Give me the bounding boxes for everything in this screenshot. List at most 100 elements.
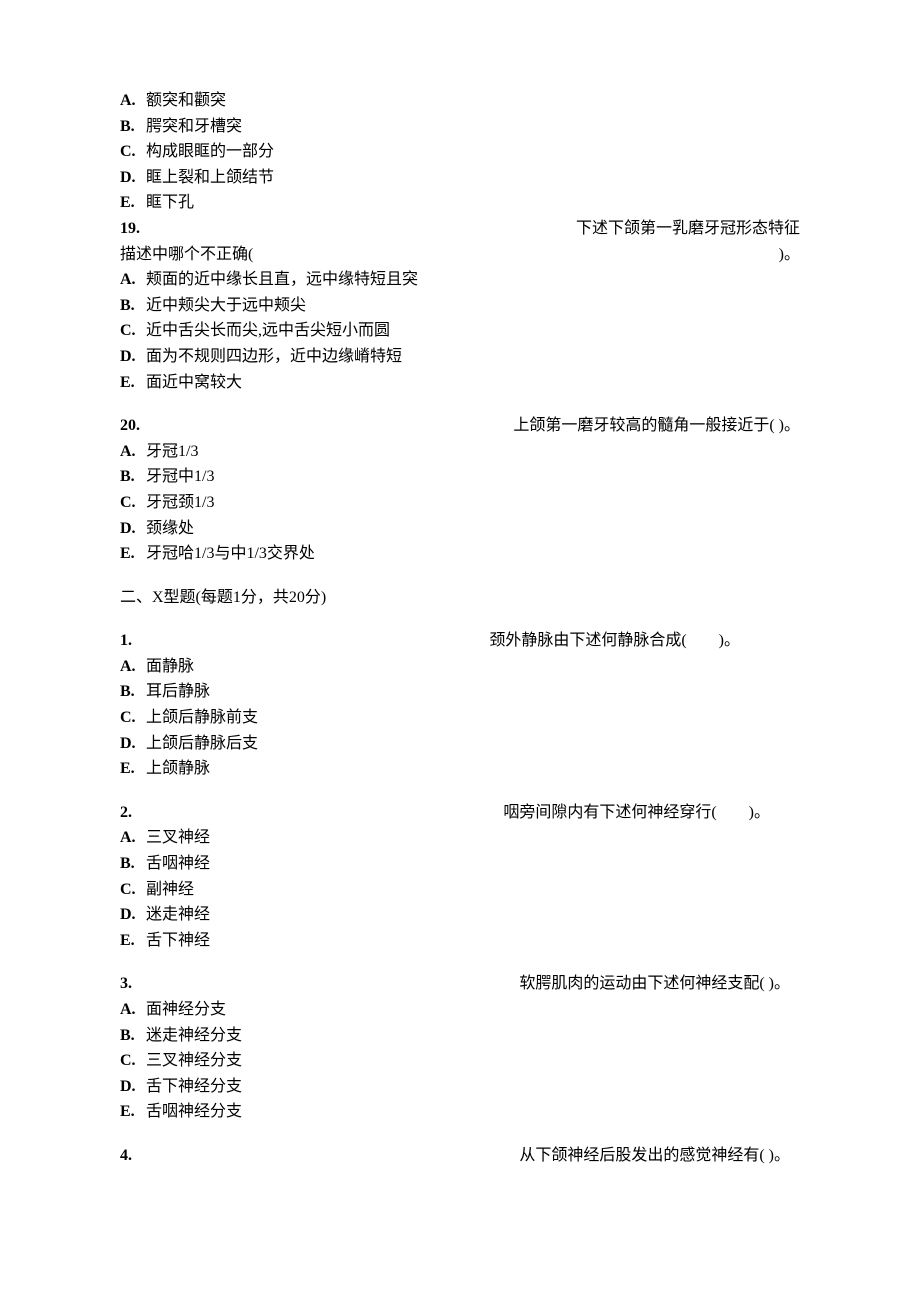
option-text: 牙冠哈1/3与中1/3交界处 (146, 541, 315, 567)
option-letter: C. (120, 705, 140, 731)
option-row: C. 构成眼眶的一部分 (120, 139, 800, 165)
option-text: 耳后静脉 (146, 679, 210, 705)
question-number: 2. (120, 800, 132, 826)
option-row: A. 三叉神经 (120, 825, 800, 851)
question-number: 20. (120, 413, 140, 439)
option-row: E. 舌咽神经分支 (120, 1099, 800, 1125)
option-letter: A. (120, 439, 140, 465)
question-x1: 1. 颈外静脉由下述何静脉合成( )。 A. 面静脉 B. 耳后静脉 C. 上颌… (120, 628, 800, 782)
option-row: C. 上颌后静脉前支 (120, 705, 800, 731)
option-row: A. 面神经分支 (120, 997, 800, 1023)
option-letter: E. (120, 541, 140, 567)
question-stem-line2: 描述中哪个不正确( )。 (120, 242, 800, 268)
question-19: 19. 下述下颌第一乳磨牙冠形态特征 描述中哪个不正确( )。 A. 颊面的近中… (120, 216, 800, 395)
option-text: 面近中窝较大 (146, 370, 242, 396)
question-stem-row: 4. 从下颌神经后股发出的感觉神经有( )。 (120, 1143, 800, 1169)
option-text: 眶上裂和上颌结节 (146, 165, 274, 191)
option-text: 舌下神经 (146, 928, 210, 954)
option-text: 面为不规则四边形，近中边缘嵴特短 (146, 344, 402, 370)
question-stem-text: 上颌第一磨牙较高的髓角一般接近于( )。 (513, 413, 800, 439)
option-text: 舌下神经分支 (146, 1074, 242, 1100)
option-text: 牙冠中1/3 (146, 464, 214, 490)
option-text: 近中舌尖长而尖,远中舌尖短小而圆 (146, 318, 390, 344)
option-row: B. 舌咽神经 (120, 851, 800, 877)
option-letter: A. (120, 997, 140, 1023)
option-row: C. 副神经 (120, 877, 800, 903)
option-letter: E. (120, 928, 140, 954)
option-row: C. 近中舌尖长而尖,远中舌尖短小而圆 (120, 318, 800, 344)
option-row: C. 牙冠颈1/3 (120, 490, 800, 516)
question-number: 19. (120, 216, 140, 242)
option-letter: E. (120, 756, 140, 782)
question-number: 4. (120, 1143, 132, 1169)
option-letter: B. (120, 851, 140, 877)
option-letter: E. (120, 1099, 140, 1125)
option-row: A. 颊面的近中缘长且直，远中缘特短且突 (120, 267, 800, 293)
option-letter: D. (120, 1074, 140, 1100)
question-stem-text: 从下颌神经后股发出的感觉神经有( )。 (519, 1143, 790, 1169)
question-stem-continuation-left: 描述中哪个不正确( (120, 242, 253, 268)
option-row: D. 眶上裂和上颌结节 (120, 165, 800, 191)
option-text: 副神经 (146, 877, 194, 903)
option-letter: D. (120, 165, 140, 191)
option-letter: B. (120, 1023, 140, 1049)
option-text: 三叉神经分支 (146, 1048, 242, 1074)
option-letter: D. (120, 344, 140, 370)
option-text: 额突和颧突 (146, 88, 226, 114)
question-stem-text: 咽旁间隙内有下述何神经穿行( )。 (503, 800, 770, 826)
option-letter: B. (120, 114, 140, 140)
option-text: 面神经分支 (146, 997, 226, 1023)
option-letter: C. (120, 318, 140, 344)
question-stem-continuation-right: )。 (779, 242, 800, 268)
option-text: 颊面的近中缘长且直，远中缘特短且突 (146, 267, 418, 293)
option-text: 腭突和牙槽突 (146, 114, 242, 140)
question-stem-row: 1. 颈外静脉由下述何静脉合成( )。 (120, 628, 800, 654)
option-row: B. 耳后静脉 (120, 679, 800, 705)
option-row: B. 近中颊尖大于远中颊尖 (120, 293, 800, 319)
question-stem-row: 20. 上颌第一磨牙较高的髓角一般接近于( )。 (120, 413, 800, 439)
option-text: 面静脉 (146, 654, 194, 680)
option-row: B. 腭突和牙槽突 (120, 114, 800, 140)
option-row: A. 额突和颧突 (120, 88, 800, 114)
option-text: 颈缘处 (146, 516, 194, 542)
option-text: 舌咽神经 (146, 851, 210, 877)
option-text: 上颌后静脉前支 (146, 705, 258, 731)
option-text: 上颌静脉 (146, 756, 210, 782)
option-letter: C. (120, 490, 140, 516)
question-x3: 3. 软腭肌肉的运动由下述何神经支配( )。 A. 面神经分支 B. 迷走神经分… (120, 971, 800, 1125)
question-x4: 4. 从下颌神经后股发出的感觉神经有( )。 (120, 1143, 800, 1169)
option-text: 眶下孔 (146, 190, 194, 216)
question-20: 20. 上颌第一磨牙较高的髓角一般接近于( )。 A. 牙冠1/3 B. 牙冠中… (120, 413, 800, 567)
option-letter: B. (120, 679, 140, 705)
question-stem-text: 下述下颌第一乳磨牙冠形态特征 (576, 216, 800, 242)
option-row: E. 舌下神经 (120, 928, 800, 954)
option-letter: D. (120, 516, 140, 542)
option-text: 三叉神经 (146, 825, 210, 851)
question-number: 3. (120, 971, 132, 997)
question-stem-text: 软腭肌肉的运动由下述何神经支配( )。 (519, 971, 790, 997)
option-letter: A. (120, 825, 140, 851)
option-row: E. 面近中窝较大 (120, 370, 800, 396)
option-row: E. 上颌静脉 (120, 756, 800, 782)
option-text: 上颌后静脉后支 (146, 731, 258, 757)
question-number: 1. (120, 628, 132, 654)
option-text: 迷走神经 (146, 902, 210, 928)
option-letter: B. (120, 293, 140, 319)
option-row: A. 牙冠1/3 (120, 439, 800, 465)
option-row: B. 迷走神经分支 (120, 1023, 800, 1049)
option-text: 构成眼眶的一部分 (146, 139, 274, 165)
question-stem-text: 颈外静脉由下述何静脉合成( )。 (489, 628, 740, 654)
option-letter: C. (120, 1048, 140, 1074)
option-text: 牙冠1/3 (146, 439, 198, 465)
option-row: A. 面静脉 (120, 654, 800, 680)
option-text: 牙冠颈1/3 (146, 490, 214, 516)
question-stem-row: 2. 咽旁间隙内有下述何神经穿行( )。 (120, 800, 800, 826)
option-letter: C. (120, 139, 140, 165)
section-2-title: 二、X型题(每题1分，共20分) (120, 585, 800, 611)
option-row: D. 迷走神经 (120, 902, 800, 928)
option-row: E. 牙冠哈1/3与中1/3交界处 (120, 541, 800, 567)
option-letter: C. (120, 877, 140, 903)
option-letter: E. (120, 190, 140, 216)
option-row: D. 颈缘处 (120, 516, 800, 542)
option-letter: A. (120, 654, 140, 680)
